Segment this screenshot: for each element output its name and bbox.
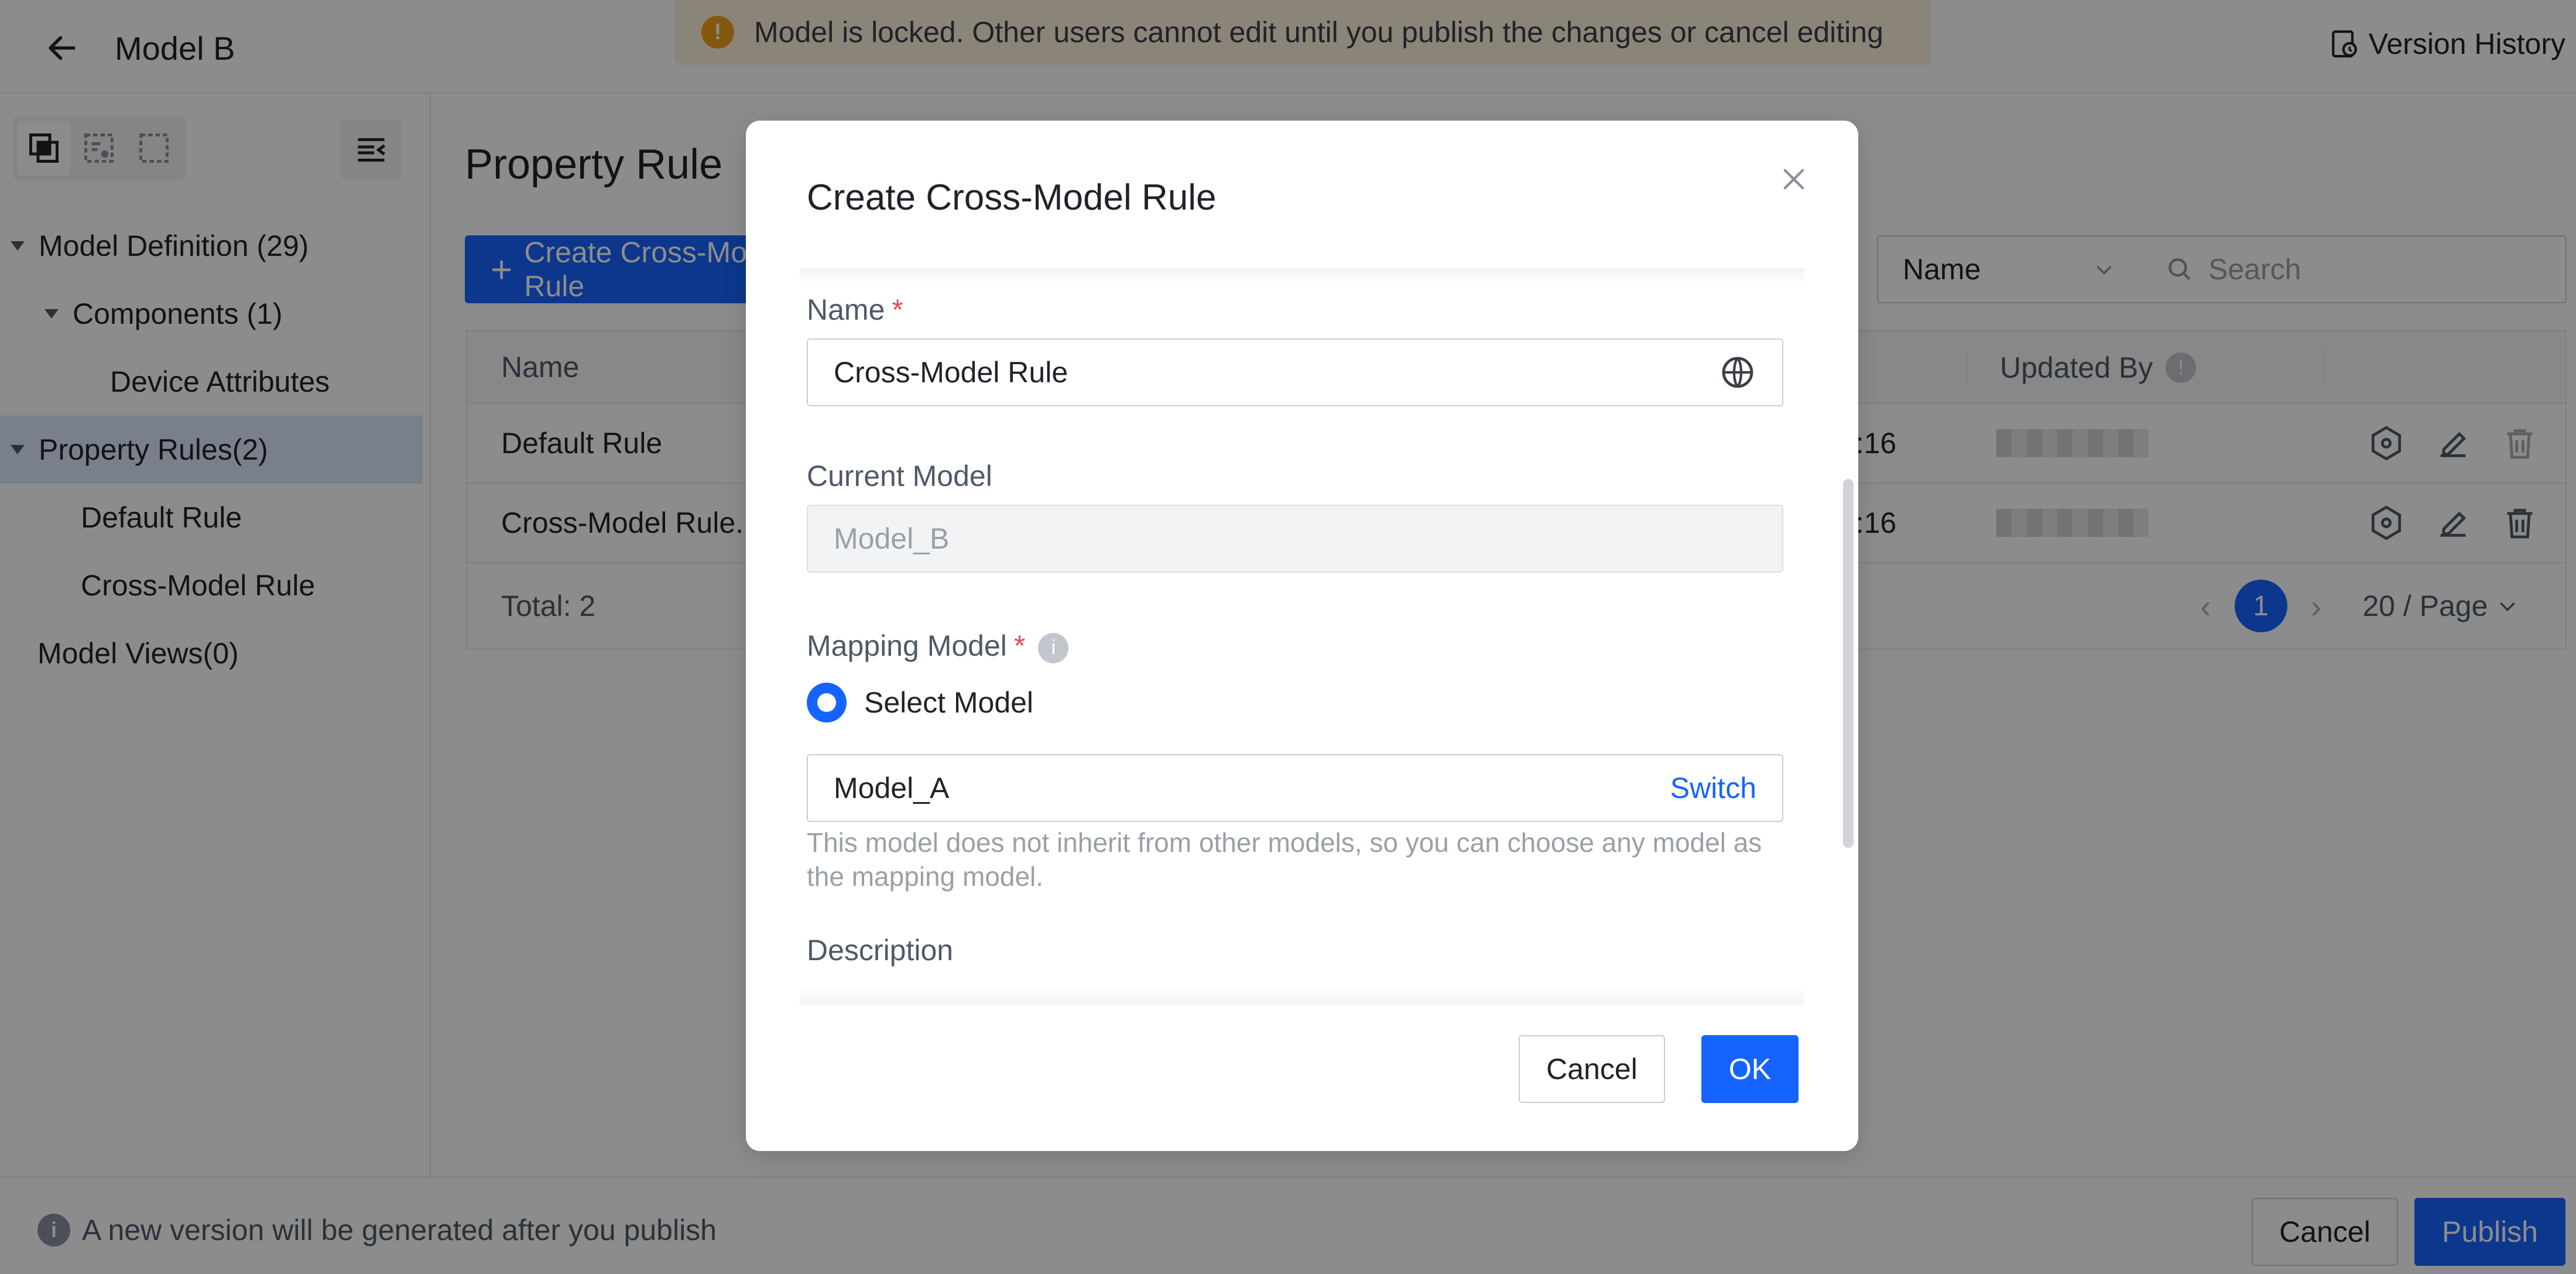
dialog-ok-button[interactable]: OK [1701,1035,1799,1103]
switch-model-link[interactable]: Switch [1670,771,1756,805]
name-input[interactable]: Cross-Model Rule [807,338,1783,406]
dialog-cancel-button[interactable]: Cancel [1519,1035,1665,1103]
description-label: Description [807,934,954,967]
required-mark: * [892,293,903,326]
mapping-model-label-text: Mapping Model [807,629,1007,662]
globe-icon[interactable] [1719,354,1756,391]
create-rule-dialog: Create Cross-Model Rule Name * Cross-Mode… [746,121,1858,1151]
close-icon [1783,169,1804,190]
radio-label: Select Model [864,686,1034,719]
current-model-field: Model_B [807,505,1783,573]
mapping-model-value: Model_A [834,772,950,804]
current-model-value: Model_B [834,522,950,555]
required-mark: * [1013,629,1026,662]
name-input-value: Cross-Model Rule [834,356,1068,389]
name-label-text: Name [807,293,885,326]
dialog-scrollbar[interactable] [1843,479,1854,848]
name-label: Name * [807,293,903,327]
select-model-radio[interactable]: Select Model [807,683,1033,722]
footer-divider [800,987,1804,1005]
mapping-help-text: This model does not inherit from other m… [807,827,1762,892]
header-divider [800,268,1804,285]
mapping-model-field: Model_A Switch [807,754,1783,822]
radio-checked-icon [807,683,847,722]
dialog-body: Name * Cross-Model Rule Current Model Mod… [807,290,1783,1104]
close-button[interactable] [1776,162,1811,197]
current-model-label: Current Model [807,460,992,492]
info-icon[interactable]: i [1038,632,1069,663]
mapping-model-label: Mapping Model * i [807,629,1069,663]
dialog-title: Create Cross-Model Rule [807,177,1217,218]
